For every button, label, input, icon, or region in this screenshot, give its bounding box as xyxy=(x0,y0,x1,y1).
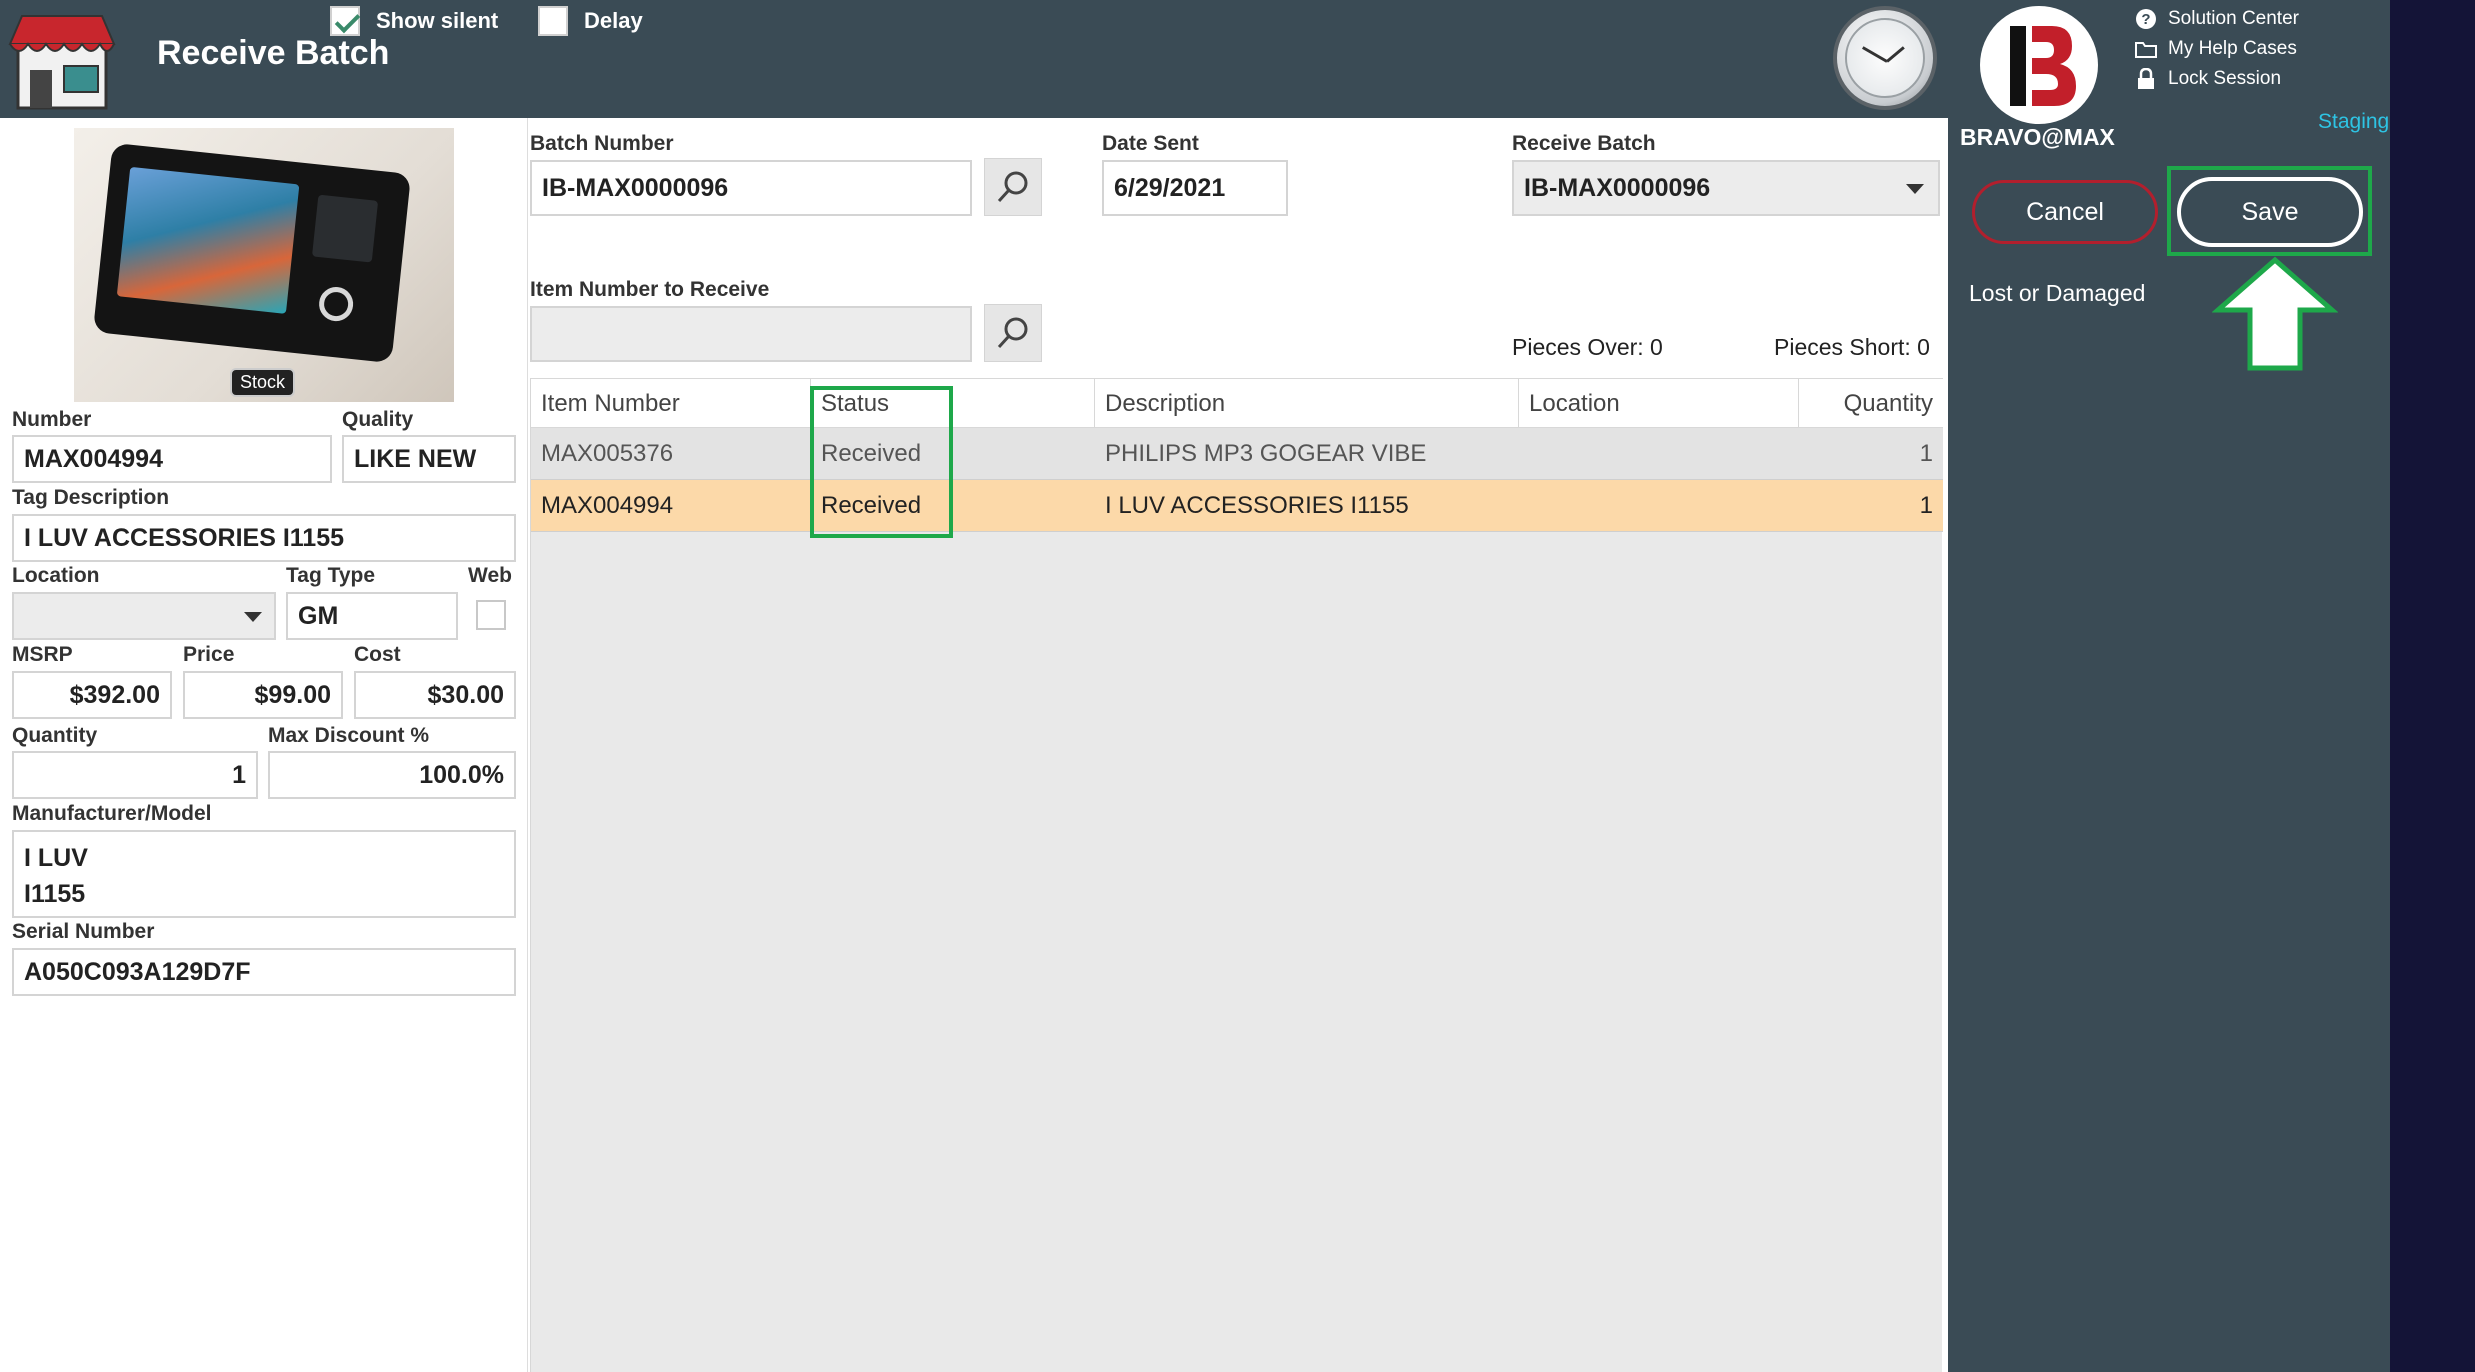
cell-description: I LUV ACCESSORIES I1155 xyxy=(1105,492,1409,519)
batch-number-field[interactable]: IB-MAX0000096 xyxy=(530,160,972,216)
number-label: Number xyxy=(12,408,92,431)
device-image xyxy=(92,142,412,364)
tag-type-field[interactable]: GM xyxy=(286,592,458,640)
date-sent-label: Date Sent xyxy=(1102,132,1199,155)
lock-session-link[interactable]: Lock Session xyxy=(2134,64,2299,94)
batch-number-label: Batch Number xyxy=(530,132,674,155)
arrow-up-icon xyxy=(2211,256,2339,372)
status-column-highlight xyxy=(810,386,953,538)
cell-item-number: MAX005376 xyxy=(541,440,674,467)
search-icon xyxy=(997,317,1028,349)
show-silent-checkbox[interactable] xyxy=(330,6,360,36)
receive-batch-dropdown[interactable]: IB-MAX0000096 xyxy=(1512,160,1940,216)
delay-toggle[interactable]: Delay xyxy=(538,4,643,38)
my-help-cases-link[interactable]: My Help Cases xyxy=(2134,34,2299,64)
cell-location xyxy=(1519,428,1799,480)
clock-icon xyxy=(1833,6,1937,110)
save-button[interactable]: Save xyxy=(2177,177,2363,247)
search-icon xyxy=(997,171,1028,203)
chevron-down-icon xyxy=(244,612,262,622)
receive-batch-value: IB-MAX0000096 xyxy=(1524,173,1711,202)
folder-icon xyxy=(2134,37,2158,61)
tag-description-label: Tag Description xyxy=(12,486,170,509)
cancel-button[interactable]: Cancel xyxy=(1972,180,2158,244)
my-help-cases-label: My Help Cases xyxy=(2168,38,2297,59)
location-label: Location xyxy=(12,564,100,587)
column-quantity[interactable]: Quantity xyxy=(1799,379,1943,429)
lock-icon xyxy=(2134,67,2158,91)
pieces-over: Pieces Over: 0 xyxy=(1512,334,1663,360)
quantity-label: Quantity xyxy=(12,724,98,747)
price-label: Price xyxy=(183,643,235,666)
web-label: Web xyxy=(468,564,512,587)
cell-location xyxy=(1519,480,1799,532)
quantity-field[interactable]: 1 xyxy=(12,751,258,799)
lock-session-label: Lock Session xyxy=(2168,68,2282,89)
pieces-short: Pieces Short: 0 xyxy=(1774,334,1930,360)
grid-header: Item Number Status Description Location … xyxy=(531,378,1943,429)
tag-description-field[interactable]: I LUV ACCESSORIES I1155 xyxy=(12,514,516,562)
max-discount-label: Max Discount % xyxy=(268,724,430,747)
quality-field[interactable]: LIKE NEW xyxy=(342,435,516,483)
batch-search-button[interactable] xyxy=(984,158,1042,216)
stock-badge: Stock xyxy=(230,368,296,397)
web-checkbox[interactable] xyxy=(476,600,506,630)
solution-center-label: Solution Center xyxy=(2168,8,2299,29)
item-search-button[interactable] xyxy=(984,304,1042,362)
manufacturer-model-field[interactable]: I LUV I1155 xyxy=(12,830,516,918)
show-silent-toggle[interactable]: Show silent xyxy=(330,4,498,38)
cost-field[interactable]: $30.00 xyxy=(354,671,516,719)
item-photo[interactable]: Stock xyxy=(74,128,454,402)
cell-quantity: 1 xyxy=(1919,492,1933,519)
msrp-field[interactable]: $392.00 xyxy=(12,671,172,719)
chevron-down-icon xyxy=(1906,184,1924,194)
delay-label: Delay xyxy=(584,8,643,33)
window-edge xyxy=(2390,0,2475,1372)
items-grid: Item Number Status Description Location … xyxy=(530,378,1943,1372)
show-silent-label: Show silent xyxy=(376,8,499,33)
cell-item-number: MAX004994 xyxy=(541,492,674,519)
table-row[interactable]: MAX005376 Received PHILIPS MP3 GOGEAR VI… xyxy=(531,428,1943,480)
top-bar: Receive Batch xyxy=(0,0,1950,118)
manufacturer-value: I LUV xyxy=(24,844,88,872)
column-item-number[interactable]: Item Number xyxy=(531,379,811,429)
price-field[interactable]: $99.00 xyxy=(183,671,343,719)
cost-label: Cost xyxy=(354,643,401,666)
location-dropdown[interactable] xyxy=(12,592,276,640)
receive-batch-label: Receive Batch xyxy=(1512,132,1656,155)
brand-name: BRAVO@MAX xyxy=(1960,124,2115,150)
item-to-receive-label: Item Number to Receive xyxy=(530,278,770,301)
msrp-label: MSRP xyxy=(12,643,73,666)
number-field[interactable]: MAX004994 xyxy=(12,435,332,483)
item-to-receive-input[interactable] xyxy=(530,306,972,362)
cell-description: PHILIPS MP3 GOGEAR VIBE xyxy=(1105,440,1427,467)
environment-label: Staging xyxy=(2318,110,2390,133)
page-title: Receive Batch xyxy=(157,34,390,72)
svg-text:?: ? xyxy=(2141,11,2150,28)
serial-number-label: Serial Number xyxy=(12,920,155,943)
date-sent-field[interactable]: 6/29/2021 xyxy=(1102,160,1288,216)
manufacturer-model-label: Manufacturer/Model xyxy=(12,802,212,825)
quality-label: Quality xyxy=(342,408,414,431)
column-location[interactable]: Location xyxy=(1519,379,1799,429)
serial-number-field[interactable]: A050C093A129D7F xyxy=(12,948,516,996)
help-links: ? Solution Center My Help Cases Lock Ses… xyxy=(2134,4,2299,94)
tag-type-label: Tag Type xyxy=(286,564,376,587)
table-row-selected[interactable]: MAX004994 Received I LUV ACCESSORIES I11… xyxy=(531,480,1943,532)
help-icon: ? xyxy=(2134,7,2158,31)
delay-checkbox[interactable] xyxy=(538,6,568,36)
lost-or-damaged-link[interactable]: Lost or Damaged xyxy=(1969,280,2145,307)
column-description[interactable]: Description xyxy=(1095,379,1519,429)
store-icon xyxy=(8,14,116,112)
max-discount-field[interactable]: 100.0% xyxy=(268,751,516,799)
model-value: I1155 xyxy=(24,880,86,908)
cell-quantity: 1 xyxy=(1919,440,1933,467)
solution-center-link[interactable]: ? Solution Center xyxy=(2134,4,2299,34)
brand-logo xyxy=(1980,6,2098,124)
